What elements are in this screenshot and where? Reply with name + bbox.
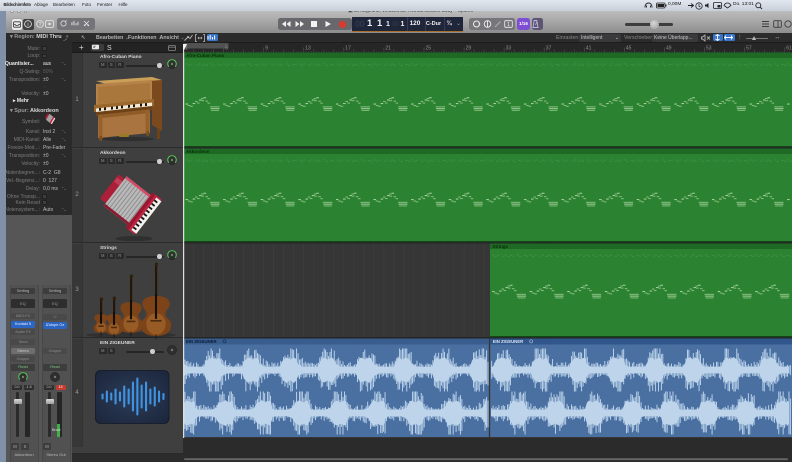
svg-text:EIN ZIGEUNER: EIN ZIGEUNER (493, 339, 524, 344)
svg-text:Afro-Cuban Piano: Afro-Cuban Piano (186, 53, 224, 58)
svg-text:1: 1 (507, 22, 510, 28)
svg-text:Akkordeon: Akkordeon (186, 149, 210, 154)
svg-text:i: i (28, 22, 29, 28)
svg-text:?: ? (38, 22, 41, 28)
svg-text:Strings: Strings (493, 244, 509, 249)
